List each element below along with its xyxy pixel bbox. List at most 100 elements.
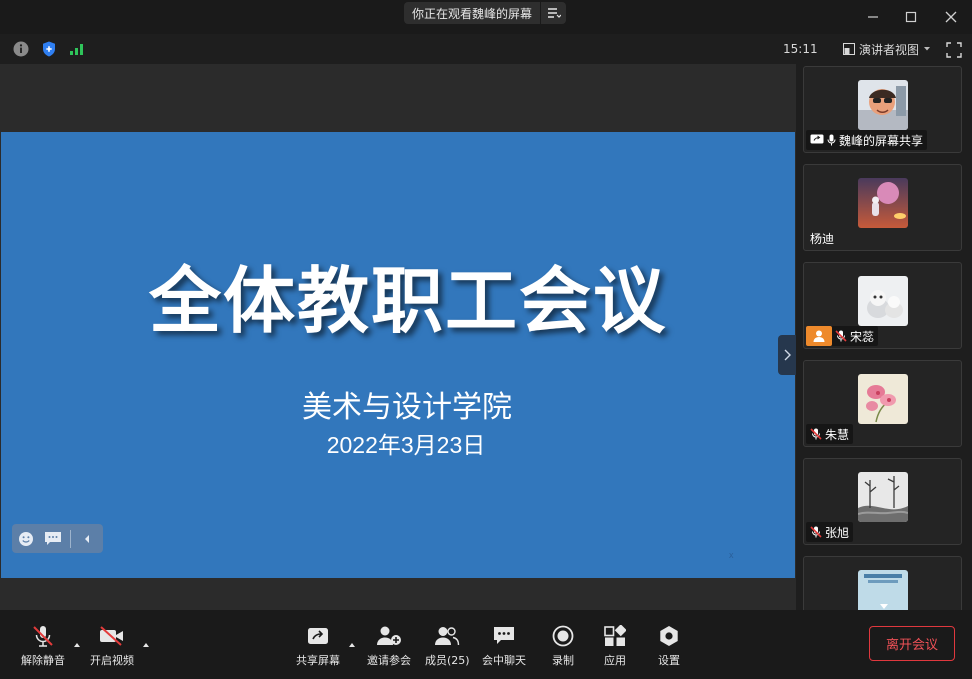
chevron-left-icon	[85, 534, 89, 543]
mic-muted-icon	[835, 330, 847, 342]
participant-name: 宋蕊	[850, 329, 875, 344]
title-bar: 你正在观看魏峰的屏幕	[0, 0, 972, 34]
participant-label: 张旭	[806, 522, 854, 542]
start-video-button[interactable]: 开启视频	[90, 624, 134, 668]
signal-icon[interactable]	[69, 41, 85, 57]
mic-icon	[827, 134, 836, 146]
slide-title: 全体教职工会议	[148, 259, 667, 343]
participant-label: 朱慧	[806, 424, 854, 444]
chevron-up-icon	[74, 643, 80, 647]
slide-mark: x	[729, 550, 734, 560]
participant-tile[interactable]: 朱慧	[803, 360, 962, 447]
record-label: 录制	[552, 654, 574, 667]
video-off-icon	[99, 624, 125, 648]
invite-label: 邀请参会	[367, 654, 411, 667]
collapse-reactions-button[interactable]	[75, 524, 99, 553]
participant-name: 张旭	[825, 525, 850, 540]
avatar	[858, 276, 908, 326]
participant-gallery: 魏峰的屏幕共享 杨迪 宋蕊 朱慧 张旭	[796, 64, 972, 610]
start-video-label: 开启视频	[90, 654, 134, 667]
slide-subtitle: 美术与设计学院	[302, 390, 512, 425]
share-options-caret[interactable]	[348, 634, 356, 647]
unmute-label: 解除静音	[21, 654, 65, 667]
fullscreen-button[interactable]	[946, 42, 962, 58]
close-button[interactable]	[940, 6, 962, 28]
participant-tile[interactable]	[803, 556, 962, 610]
participant-name: 朱慧	[825, 427, 850, 442]
unmute-button[interactable]: 解除静音	[21, 624, 65, 668]
comment-icon	[44, 532, 61, 545]
shared-screen-area: 全体教职工会议 美术与设计学院 2022年3月23日 x	[0, 64, 796, 610]
minimize-icon	[868, 16, 878, 18]
close-icon	[945, 11, 957, 23]
maximize-button[interactable]	[900, 6, 922, 28]
chat-button[interactable]: 会中聊天	[482, 624, 526, 668]
chat-label: 会中聊天	[482, 654, 526, 667]
apps-button[interactable]: 应用	[602, 624, 628, 668]
layout-icon	[843, 43, 855, 55]
video-options-caret[interactable]	[142, 634, 150, 647]
viewing-label: 你正在观看魏峰的屏幕	[412, 6, 533, 21]
viewing-indicator[interactable]: 你正在观看魏峰的屏幕	[404, 2, 567, 24]
chevron-right-icon	[784, 349, 791, 361]
mic-muted-icon	[30, 624, 56, 648]
chat-icon	[491, 624, 517, 648]
list-menu-icon[interactable]	[540, 2, 566, 24]
participant-tile[interactable]: 宋蕊	[803, 262, 962, 349]
record-icon	[550, 624, 576, 648]
mic-muted-icon	[810, 428, 822, 440]
minimize-button[interactable]	[862, 6, 884, 28]
meeting-window: 你正在观看魏峰的屏幕 15:11 演讲者视图 全体教职工会议 美术与设计学院 2…	[0, 0, 972, 679]
mic-muted-icon	[810, 526, 822, 538]
add-user-icon	[376, 624, 402, 648]
audio-options-caret[interactable]	[73, 634, 81, 647]
share-screen-button[interactable]: 共享屏幕	[296, 624, 340, 668]
settings-button[interactable]: 设置	[656, 624, 682, 668]
apps-icon	[602, 624, 628, 648]
view-mode-label: 演讲者视图	[859, 42, 920, 57]
reaction-toolbar	[12, 524, 103, 553]
info-icon[interactable]	[13, 41, 29, 57]
avatar	[858, 570, 908, 610]
gallery-collapse-tab[interactable]	[778, 335, 796, 375]
chevron-up-icon	[143, 643, 149, 647]
participant-tile[interactable]: 杨迪	[803, 164, 962, 251]
share-screen-icon	[305, 624, 331, 648]
comment-button[interactable]	[39, 524, 66, 553]
fullscreen-icon	[946, 42, 962, 58]
smiley-icon	[18, 531, 33, 546]
participant-label: 魏峰的屏幕共享	[806, 130, 928, 150]
emoji-reaction-button[interactable]	[12, 524, 39, 553]
record-button[interactable]: 录制	[550, 624, 576, 668]
screen-share-icon	[810, 134, 824, 144]
chevron-down-icon	[924, 47, 931, 51]
participant-tile[interactable]: 魏峰的屏幕共享	[803, 66, 962, 153]
avatar	[858, 374, 908, 424]
reaction-separator	[70, 529, 71, 548]
view-mode-dropdown[interactable]: 演讲者视图	[843, 40, 931, 58]
participant-label: 杨迪	[806, 228, 838, 248]
leave-meeting-button[interactable]: 离开会议	[869, 626, 955, 661]
host-icon	[806, 326, 832, 346]
settings-icon	[656, 624, 682, 648]
avatar	[858, 472, 908, 522]
share-screen-label: 共享屏幕	[296, 654, 340, 667]
meeting-clock: 15:11	[783, 42, 818, 56]
members-button[interactable]: 成员(25)	[425, 624, 470, 668]
participant-tile[interactable]: 张旭	[803, 458, 962, 545]
presentation-slide: 全体教职工会议 美术与设计学院 2022年3月23日 x	[1, 132, 795, 578]
shield-icon[interactable]	[41, 41, 57, 57]
meeting-toolbar: 解除静音 开启视频 共享屏幕 邀请参会 成员(25) 会中聊天 录制 应用 设置…	[0, 610, 972, 679]
invite-button[interactable]: 邀请参会	[367, 624, 411, 668]
participant-name: 杨迪	[810, 231, 835, 246]
avatar	[858, 80, 908, 130]
members-label: 成员(25)	[425, 654, 470, 667]
meeting-status-bar: 15:11 演讲者视图	[0, 34, 972, 64]
settings-label: 设置	[658, 654, 680, 667]
apps-label: 应用	[604, 654, 626, 667]
chevron-up-icon	[349, 643, 355, 647]
members-icon	[434, 624, 460, 648]
maximize-icon	[905, 11, 917, 23]
avatar	[858, 178, 908, 228]
participant-label: 宋蕊	[806, 326, 879, 346]
